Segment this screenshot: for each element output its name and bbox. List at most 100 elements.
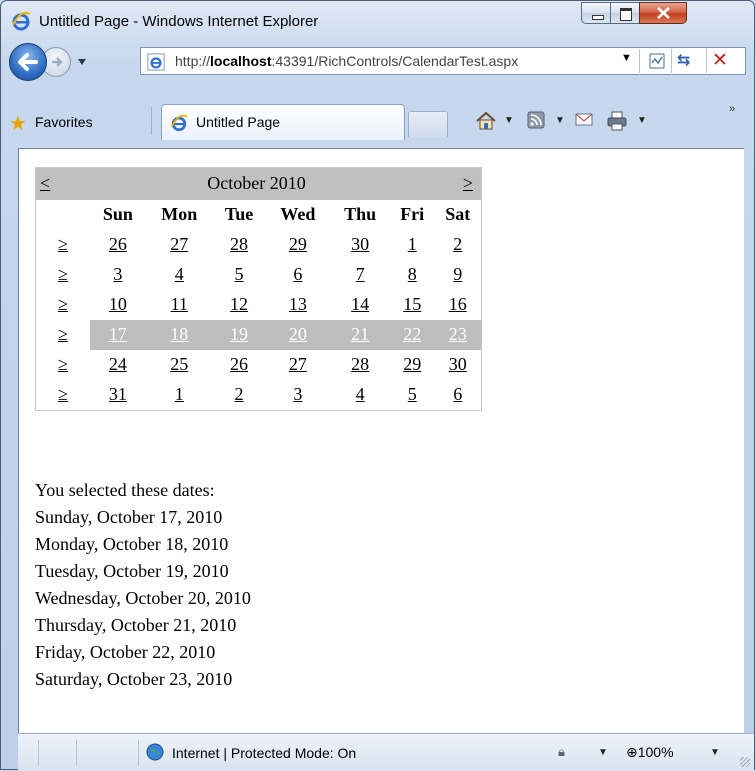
home-icon[interactable] bbox=[475, 111, 497, 131]
calendar-day-header-row: Sun Mon Tue Wed Thu Fri Sat bbox=[36, 200, 481, 230]
compatibility-view-icon[interactable] bbox=[647, 52, 667, 70]
maximize-button[interactable] bbox=[610, 2, 640, 24]
calendar-next-month-link[interactable]: > bbox=[433, 173, 481, 194]
resize-grip-icon[interactable] bbox=[740, 757, 750, 767]
day-header: Fri bbox=[400, 204, 425, 224]
close-icon bbox=[657, 7, 670, 19]
selected-date-item: Monday, October 18, 2010 bbox=[35, 534, 229, 554]
day-link-selected[interactable]: 19 bbox=[230, 324, 248, 344]
day-link[interactable]: 2 bbox=[235, 384, 244, 404]
week-selector-link[interactable]: ≥ bbox=[58, 234, 68, 254]
day-link[interactable]: 26 bbox=[109, 234, 127, 254]
mail-icon[interactable] bbox=[575, 111, 593, 127]
week-selector-link[interactable]: ≥ bbox=[58, 294, 68, 314]
print-icon[interactable] bbox=[606, 111, 628, 131]
day-link-selected[interactable]: 21 bbox=[351, 324, 369, 344]
day-link[interactable]: 4 bbox=[175, 264, 184, 284]
title-bar[interactable]: Untitled Page - Windows Internet Explore… bbox=[1, 1, 754, 39]
day-link[interactable]: 29 bbox=[289, 234, 307, 254]
favorites-bar: ★ Favorites Untitled Page ▼ ▼ ▼ » bbox=[1, 87, 754, 147]
day-link[interactable]: 27 bbox=[289, 354, 307, 374]
day-link[interactable]: 16 bbox=[449, 294, 467, 314]
day-link[interactable]: 12 bbox=[230, 294, 248, 314]
calendar-prev-month-link[interactable]: < bbox=[36, 173, 80, 194]
day-link[interactable]: 13 bbox=[289, 294, 307, 314]
more-commands-chevron-icon[interactable]: » bbox=[729, 103, 735, 115]
day-link[interactable]: 11 bbox=[171, 294, 188, 314]
day-link[interactable]: 2 bbox=[453, 234, 462, 254]
security-zone-text[interactable]: Internet | Protected Mode: On bbox=[172, 745, 356, 761]
day-link[interactable]: 24 bbox=[109, 354, 127, 374]
day-link[interactable]: 14 bbox=[351, 294, 369, 314]
calendar-title-row: < October 2010 > bbox=[35, 167, 482, 200]
feeds-icon[interactable] bbox=[527, 111, 545, 129]
address-url[interactable]: http://localhost:43391/RichControls/Cale… bbox=[175, 53, 518, 69]
week-selector-link[interactable]: ≥ bbox=[58, 324, 68, 344]
day-link[interactable]: 5 bbox=[235, 264, 244, 284]
protected-mode-lock-icon[interactable]: 🔒︎ bbox=[558, 744, 565, 760]
address-bar[interactable]: http://localhost:43391/RichControls/Cale… bbox=[140, 47, 746, 75]
day-link[interactable]: 1 bbox=[408, 234, 417, 254]
tab-label: Untitled Page bbox=[196, 114, 281, 130]
day-link[interactable]: 29 bbox=[403, 354, 421, 374]
minimize-button[interactable] bbox=[581, 2, 611, 24]
selected-date-item: Friday, October 22, 2010 bbox=[35, 642, 216, 662]
day-link[interactable]: 26 bbox=[230, 354, 248, 374]
print-dropdown-icon[interactable]: ▼ bbox=[637, 115, 647, 126]
stop-icon[interactable]: ✕ bbox=[712, 49, 728, 72]
status-cell bbox=[78, 740, 139, 766]
day-link-selected[interactable]: 22 bbox=[403, 324, 421, 344]
day-link-selected[interactable]: 17 bbox=[109, 324, 127, 344]
day-link[interactable]: 4 bbox=[356, 384, 365, 404]
back-button[interactable] bbox=[9, 43, 47, 81]
day-link[interactable]: 5 bbox=[408, 384, 417, 404]
page-content: < October 2010 > Sun Mon Tue Wed Thu Fri… bbox=[18, 148, 744, 733]
day-link[interactable]: 30 bbox=[351, 234, 369, 254]
day-link[interactable]: 9 bbox=[453, 264, 462, 284]
new-tab-button[interactable] bbox=[408, 111, 448, 137]
day-header: Wed bbox=[280, 204, 316, 224]
selected-date-item: Tuesday, October 19, 2010 bbox=[35, 561, 229, 581]
calendar-week-row: ≥ 24 25 26 27 28 29 30 bbox=[36, 350, 481, 380]
day-link[interactable]: 28 bbox=[351, 354, 369, 374]
refresh-icon[interactable]: ⇆ bbox=[677, 50, 690, 70]
day-link[interactable]: 6 bbox=[293, 264, 302, 284]
day-link[interactable]: 8 bbox=[408, 264, 417, 284]
favorites-label: Favorites bbox=[35, 114, 93, 130]
day-link[interactable]: 27 bbox=[170, 234, 188, 254]
day-link-selected[interactable]: 18 bbox=[170, 324, 188, 344]
calendar-week-row: ≥ 31 1 2 3 4 5 6 bbox=[36, 380, 481, 410]
day-link[interactable]: 3 bbox=[113, 264, 122, 284]
close-button[interactable] bbox=[639, 2, 687, 24]
day-link[interactable]: 10 bbox=[109, 294, 127, 314]
day-link[interactable]: 30 bbox=[449, 354, 467, 374]
day-link[interactable]: 28 bbox=[230, 234, 248, 254]
feeds-dropdown-icon[interactable]: ▼ bbox=[555, 115, 565, 126]
zoom-dropdown-icon[interactable]: ▼ bbox=[710, 747, 720, 758]
week-selector-link[interactable]: ≥ bbox=[58, 354, 68, 374]
zoom-level[interactable]: ⊕100% bbox=[626, 744, 674, 761]
tab-untitled-page[interactable]: Untitled Page bbox=[161, 104, 405, 140]
internet-globe-icon bbox=[146, 743, 164, 761]
week-selector-link[interactable]: ≥ bbox=[58, 384, 68, 404]
protected-mode-dropdown-icon[interactable]: ▼ bbox=[598, 747, 608, 758]
day-link[interactable]: 31 bbox=[109, 384, 127, 404]
day-link[interactable]: 7 bbox=[356, 264, 365, 284]
day-link[interactable]: 1 bbox=[175, 384, 184, 404]
day-header: Sun bbox=[102, 204, 133, 224]
day-link-selected[interactable]: 23 bbox=[449, 324, 467, 344]
selected-date-item: Sunday, October 17, 2010 bbox=[35, 507, 223, 527]
address-dropdown-icon[interactable]: ▼ bbox=[621, 52, 632, 64]
week-selector-link[interactable]: ≥ bbox=[58, 264, 68, 284]
browser-window: Untitled Page - Windows Internet Explore… bbox=[0, 0, 755, 771]
day-link[interactable]: 25 bbox=[170, 354, 188, 374]
recent-pages-dropdown-icon[interactable] bbox=[77, 58, 87, 66]
day-link[interactable]: 15 bbox=[403, 294, 421, 314]
ie-logo-icon bbox=[12, 11, 31, 31]
day-link-selected[interactable]: 20 bbox=[289, 324, 307, 344]
home-dropdown-icon[interactable]: ▼ bbox=[504, 115, 514, 126]
day-link[interactable]: 3 bbox=[293, 384, 302, 404]
day-link[interactable]: 6 bbox=[453, 384, 462, 404]
star-icon: ★ bbox=[9, 113, 27, 135]
calendar-week-row-selected: ≥ 17 18 19 20 21 22 23 bbox=[36, 319, 481, 350]
